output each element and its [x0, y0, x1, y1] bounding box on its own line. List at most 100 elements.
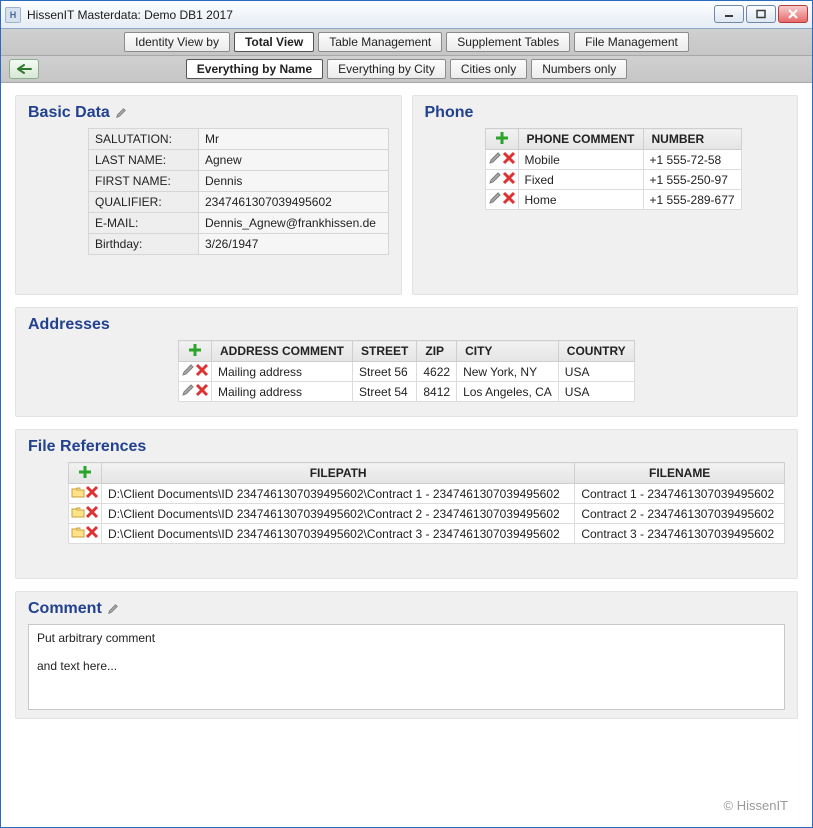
sub-tab-3[interactable]: Numbers only	[531, 59, 627, 79]
main-tab-2[interactable]: Table Management	[318, 32, 442, 52]
file-name: Contract 1 - 2347461307039495602	[575, 484, 785, 504]
field-label: E-MAIL:	[88, 212, 198, 233]
sub-tab-0[interactable]: Everything by Name	[186, 59, 323, 79]
pencil-icon[interactable]	[114, 106, 128, 120]
col-filename: FILENAME	[575, 463, 785, 484]
addr-street: Street 56	[353, 362, 417, 382]
panel-addresses: Addresses ADDRESS COMMENT STREET ZIP CIT…	[15, 307, 798, 417]
folder-icon[interactable]	[71, 485, 85, 499]
edit-icon[interactable]	[488, 171, 502, 185]
addr-comment: Mailing address	[212, 382, 353, 402]
panel-title-phone: Phone	[425, 104, 786, 122]
table-row: Mailing addressStreet 548412Los Angeles,…	[179, 382, 635, 402]
delete-icon[interactable]	[195, 363, 209, 377]
phone-number: +1 555-250-97	[643, 170, 741, 190]
col-addr-comment: ADDRESS COMMENT	[212, 341, 353, 362]
field-value: 2347461307039495602	[198, 191, 389, 212]
comment-text[interactable]: Put arbitrary comment and text here...	[28, 624, 785, 710]
main-tab-bar: Identity View byTotal ViewTable Manageme…	[1, 29, 812, 56]
file-name: Contract 3 - 2347461307039495602	[575, 524, 785, 544]
folder-icon[interactable]	[71, 505, 85, 519]
addr-city: New York, NY	[457, 362, 559, 382]
phone-comment: Fixed	[518, 170, 643, 190]
panel-files: File References FILEPATH FILENAME D:\Cli…	[15, 429, 798, 579]
table-row: Mobile+1 555-72-58	[485, 150, 741, 170]
phone-comment: Home	[518, 190, 643, 210]
table-row: Home+1 555-289-677	[485, 190, 741, 210]
field-label: Birthday:	[88, 233, 198, 255]
content-area: Basic Data SALUTATION:MrLAST NAME:AgnewF…	[1, 83, 812, 788]
table-row: D:\Client Documents\ID 23474613070394956…	[69, 484, 785, 504]
panel-phone: Phone PHONE COMMENT NUMBER Mobile+1 555-…	[412, 95, 799, 295]
edit-icon[interactable]	[181, 363, 195, 377]
delete-icon[interactable]	[85, 485, 99, 499]
field-label: FIRST NAME:	[88, 170, 198, 191]
addr-country: USA	[558, 382, 634, 402]
addr-country: USA	[558, 362, 634, 382]
phone-number: +1 555-72-58	[643, 150, 741, 170]
table-row: D:\Client Documents\ID 23474613070394956…	[69, 504, 785, 524]
files-table: FILEPATH FILENAME D:\Client Documents\ID…	[68, 462, 785, 544]
phone-number: +1 555-289-677	[643, 190, 741, 210]
field-value: 3/26/1947	[198, 233, 389, 255]
add-address-icon[interactable]	[188, 343, 202, 357]
addr-comment: Mailing address	[212, 362, 353, 382]
add-file-icon[interactable]	[78, 465, 92, 479]
panel-comment: Comment Put arbitrary comment and text h…	[15, 591, 798, 719]
col-phone-number: NUMBER	[643, 129, 741, 150]
field-value: Dennis	[198, 170, 389, 191]
panel-title-basic-data: Basic Data	[28, 104, 389, 122]
file-path: D:\Client Documents\ID 23474613070394956…	[102, 484, 575, 504]
edit-icon[interactable]	[181, 383, 195, 397]
file-path: D:\Client Documents\ID 23474613070394956…	[102, 524, 575, 544]
delete-icon[interactable]	[85, 505, 99, 519]
delete-icon[interactable]	[85, 525, 99, 539]
table-row: Mailing addressStreet 564622New York, NY…	[179, 362, 635, 382]
edit-icon[interactable]	[488, 151, 502, 165]
delete-icon[interactable]	[502, 151, 516, 165]
close-button[interactable]	[778, 5, 808, 23]
addr-city: Los Angeles, CA	[457, 382, 559, 402]
col-addr-country: COUNTRY	[558, 341, 634, 362]
addr-zip: 4622	[417, 362, 457, 382]
main-tab-1[interactable]: Total View	[234, 32, 314, 52]
footer-text: © HissenIT	[1, 788, 812, 827]
main-tab-0[interactable]: Identity View by	[124, 32, 230, 52]
sub-tab-1[interactable]: Everything by City	[327, 59, 446, 79]
panel-title-files: File References	[28, 438, 785, 456]
table-row: Fixed+1 555-250-97	[485, 170, 741, 190]
add-phone-icon[interactable]	[495, 131, 509, 145]
delete-icon[interactable]	[195, 383, 209, 397]
main-tab-3[interactable]: Supplement Tables	[446, 32, 570, 52]
table-row: D:\Client Documents\ID 23474613070394956…	[69, 524, 785, 544]
pencil-icon[interactable]	[106, 602, 120, 616]
field-label: SALUTATION:	[88, 128, 198, 149]
field-label: LAST NAME:	[88, 149, 198, 170]
app-icon: H	[5, 7, 21, 23]
delete-icon[interactable]	[502, 171, 516, 185]
file-path: D:\Client Documents\ID 23474613070394956…	[102, 504, 575, 524]
panel-basic-data: Basic Data SALUTATION:MrLAST NAME:AgnewF…	[15, 95, 402, 295]
phone-table: PHONE COMMENT NUMBER Mobile+1 555-72-58F…	[485, 128, 742, 210]
col-addr-zip: ZIP	[417, 341, 457, 362]
sub-tab-2[interactable]: Cities only	[450, 59, 527, 79]
app-window: H HissenIT Masterdata: Demo DB1 2017 Ide…	[0, 0, 813, 828]
addr-zip: 8412	[417, 382, 457, 402]
file-name: Contract 2 - 2347461307039495602	[575, 504, 785, 524]
basic-data-grid: SALUTATION:MrLAST NAME:AgnewFIRST NAME:D…	[88, 128, 389, 255]
field-value: Agnew	[198, 149, 389, 170]
titlebar: H HissenIT Masterdata: Demo DB1 2017	[1, 1, 812, 29]
back-button[interactable]	[9, 59, 39, 79]
maximize-button[interactable]	[746, 5, 776, 23]
minimize-button[interactable]	[714, 5, 744, 23]
panel-title-comment: Comment	[28, 600, 785, 618]
delete-icon[interactable]	[502, 191, 516, 205]
folder-icon[interactable]	[71, 525, 85, 539]
window-title: HissenIT Masterdata: Demo DB1 2017	[27, 8, 233, 22]
col-phone-comment: PHONE COMMENT	[518, 129, 643, 150]
phone-comment: Mobile	[518, 150, 643, 170]
main-tab-4[interactable]: File Management	[574, 32, 689, 52]
field-label: QUALIFIER:	[88, 191, 198, 212]
field-value: Dennis_Agnew@frankhissen.de	[198, 212, 389, 233]
edit-icon[interactable]	[488, 191, 502, 205]
